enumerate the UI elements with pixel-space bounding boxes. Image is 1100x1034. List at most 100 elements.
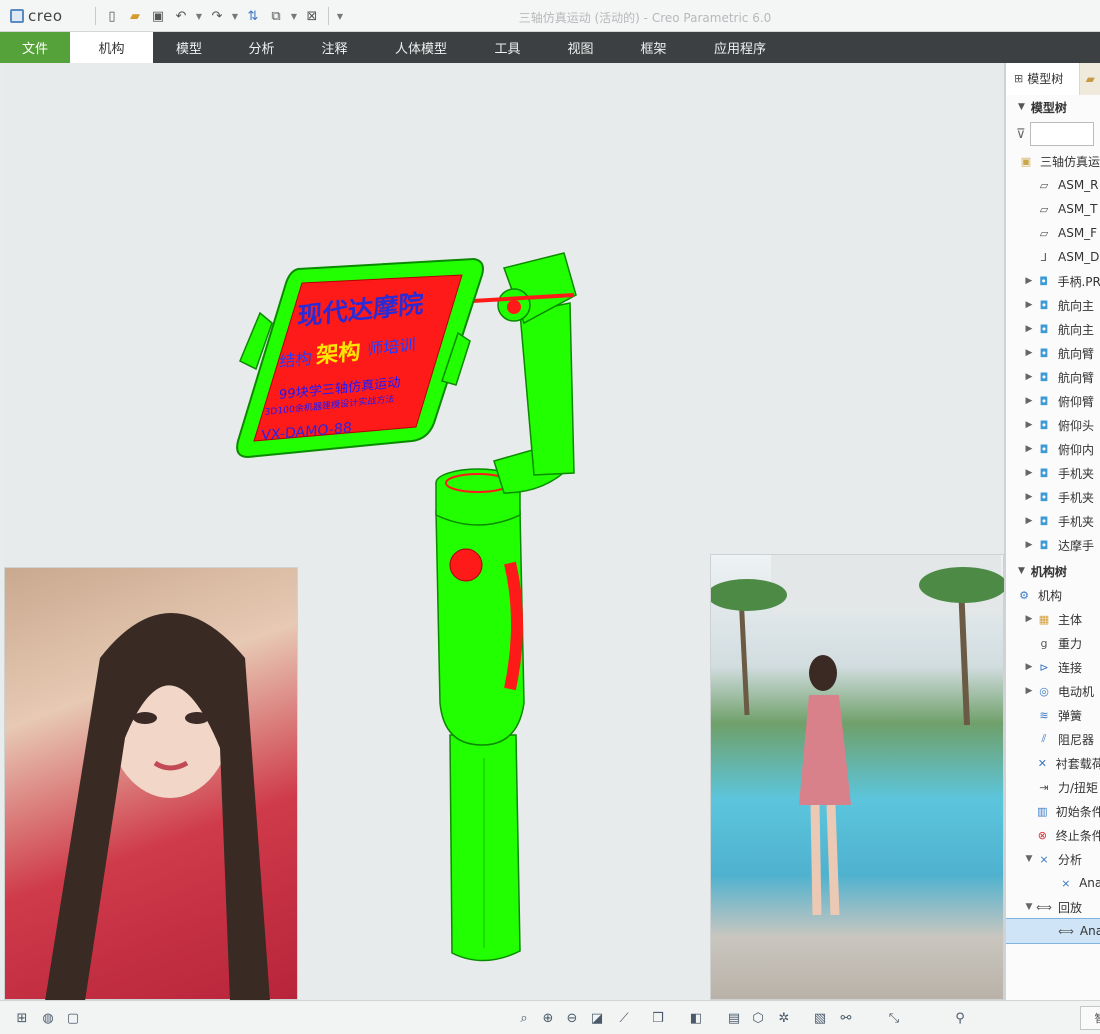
expand-caret-icon[interactable]: ▶ bbox=[1022, 420, 1036, 430]
saved-orientations-icon[interactable]: ❒ bbox=[648, 1008, 668, 1028]
reorient-icon[interactable]: ⤡ bbox=[884, 1008, 904, 1028]
roll-arm[interactable] bbox=[519, 302, 575, 476]
part-icon: ◘ bbox=[1039, 514, 1049, 528]
expand-caret-icon[interactable]: ▶ bbox=[1022, 468, 1036, 478]
mechanism-tree-node[interactable]: ⟺ Ana bbox=[1006, 918, 1100, 944]
model-tree-node[interactable]: ▱ ASM_R bbox=[1006, 173, 1100, 197]
zoom-out-icon[interactable]: ⊖ bbox=[562, 1008, 582, 1028]
folder-browser-tab-icon[interactable]: ▰ bbox=[1080, 63, 1100, 95]
collapse-caret-icon[interactable]: ▼ bbox=[1022, 854, 1036, 864]
mechanism-tree-node-label: 终止条件 bbox=[1055, 828, 1100, 843]
expand-caret-icon[interactable]: ▶ bbox=[1022, 540, 1036, 550]
expand-caret-icon[interactable]: ▶ bbox=[1022, 396, 1036, 406]
tab-mechanism[interactable]: 机构 bbox=[70, 32, 153, 63]
expand-caret-icon[interactable]: ▶ bbox=[1022, 516, 1036, 526]
view-manager-icon[interactable]: ▤ bbox=[724, 1008, 744, 1028]
handle-side-stripe bbox=[504, 561, 523, 691]
spring-icon: ≋ bbox=[1039, 708, 1049, 722]
model-tree-node[interactable]: ▶ ◘ 俯仰臂 bbox=[1006, 389, 1100, 413]
mechanism-tree-node[interactable]: ▶ ◎ 电动机 bbox=[1006, 679, 1100, 703]
mechanism-tree-header[interactable]: ▼ 机构树 bbox=[1006, 559, 1100, 583]
model-tree-header[interactable]: ▼ 模型树 bbox=[1006, 95, 1100, 119]
expand-caret-icon[interactable]: ▶ bbox=[1022, 324, 1036, 334]
model-tree-node[interactable]: ▶ ◘ 航向主 bbox=[1006, 293, 1100, 317]
display-style-icon[interactable]: ◧ bbox=[686, 1008, 706, 1028]
tab-analysis[interactable]: 分析 bbox=[225, 32, 298, 63]
mechanism-tree-node[interactable]: ▼ ⨯ 分析 bbox=[1006, 847, 1100, 871]
model-tree-node[interactable]: ▶ ◘ 航向主 bbox=[1006, 317, 1100, 341]
tab-framework[interactable]: 框架 bbox=[617, 32, 690, 63]
expand-caret-icon[interactable]: ▶ bbox=[1022, 276, 1036, 286]
model-tree-node[interactable]: ▱ ASM_T bbox=[1006, 197, 1100, 221]
model-tree-node[interactable]: ▶ ◘ 航向臂 bbox=[1006, 341, 1100, 365]
mechanism-tree-node[interactable]: ⇥ 力/扭矩 bbox=[1006, 775, 1100, 799]
power-button[interactable] bbox=[449, 548, 483, 582]
collapse-caret-icon[interactable]: ▼ bbox=[1022, 902, 1036, 912]
expand-caret-icon[interactable]: ▶ bbox=[1022, 686, 1036, 696]
model-tree-node[interactable]: ▶ ◘ 航向臂 bbox=[1006, 365, 1100, 389]
model-tree-node[interactable]: ▶ ◘ 手机夹 bbox=[1006, 509, 1100, 533]
model-tree-node[interactable]: ▶ ◘ 手机夹 bbox=[1006, 461, 1100, 485]
mechanism-tree-node-label: 回放 bbox=[1058, 900, 1083, 915]
zoom-in-icon[interactable]: ⊕ bbox=[538, 1008, 558, 1028]
expand-caret-icon[interactable]: ▶ bbox=[1022, 372, 1036, 382]
tab-manikin[interactable]: 人体模型 bbox=[371, 32, 471, 63]
mechanism-tree-node[interactable]: ⨯ Ana bbox=[1006, 871, 1100, 895]
tree-filter-row: ⊽ bbox=[1006, 119, 1100, 149]
ribbon-tabs: 文件 机构 模型 分析 注释 人体模型 工具 视图 框架 应用程序 bbox=[0, 32, 1100, 63]
expand-caret-icon[interactable]: ▶ bbox=[1022, 492, 1036, 502]
tab-tools[interactable]: 工具 bbox=[471, 32, 544, 63]
mechanism-tree-node[interactable]: ▥ 初始条件 bbox=[1006, 799, 1100, 823]
find-icon[interactable]: ⚲ bbox=[950, 1008, 970, 1028]
mechanism-tree-node[interactable]: ▶ ⊳ 连接 bbox=[1006, 655, 1100, 679]
expand-caret-icon[interactable]: ▶ bbox=[1022, 614, 1036, 624]
tab-applications[interactable]: 应用程序 bbox=[690, 32, 790, 63]
gimbal-model[interactable]: 现代达摩院 结构 架构 师培训 99块学三轴仿真运动 3D100余机器建模设计实… bbox=[4, 63, 1004, 1000]
repaint-icon[interactable]: ◪ bbox=[587, 1008, 607, 1028]
mechanism-tree-node[interactable]: g 重力 bbox=[1006, 631, 1100, 655]
expand-caret-icon[interactable]: ▶ bbox=[1022, 348, 1036, 358]
datum-display-icon[interactable]: ⬡ bbox=[748, 1008, 768, 1028]
model-tree-node[interactable]: ▶ ◘ 俯仰内 bbox=[1006, 437, 1100, 461]
tree-toggle-icon[interactable]: ⊞ bbox=[12, 1008, 32, 1028]
mechanism-tree-node[interactable]: ≋ 弹簧 bbox=[1006, 703, 1100, 727]
tab-model-tree[interactable]: ⊞ 模型树 bbox=[1006, 63, 1081, 95]
mechanism-tree-node[interactable]: ▼ ⟺ 回放 bbox=[1006, 895, 1100, 919]
mechanism-tree-node[interactable]: ✕ 衬套载荷 bbox=[1006, 751, 1100, 775]
model-tree-node[interactable]: ▱ ASM_F bbox=[1006, 221, 1100, 245]
handle-lower[interactable] bbox=[449, 734, 521, 962]
handle-body[interactable] bbox=[435, 510, 525, 746]
model-tree-node[interactable]: ▶ ◘ 达摩手 bbox=[1006, 533, 1100, 557]
mechanism-root[interactable]: ⚙ 机构 bbox=[1006, 583, 1100, 607]
selection-filter-dropdown[interactable]: 智 bbox=[1080, 1006, 1100, 1030]
tree-root[interactable]: ▣ 三轴仿真运 bbox=[1006, 149, 1100, 173]
tab-annotate[interactable]: 注释 bbox=[298, 32, 371, 63]
tree-search-input[interactable] bbox=[1029, 122, 1094, 146]
model-tree-node[interactable]: ▶ ◘ 俯仰头 bbox=[1006, 413, 1100, 437]
model-tree-node-label: ASM_D bbox=[1058, 250, 1100, 264]
mechanism-tree-node-label: 阻尼器 bbox=[1058, 732, 1095, 747]
mechanism-tree-node[interactable]: ⫽ 阻尼器 bbox=[1006, 727, 1100, 751]
expand-caret-icon[interactable]: ▶ bbox=[1022, 444, 1036, 454]
annotation-display-icon[interactable]: ▧ bbox=[810, 1008, 830, 1028]
model-tree-node-label: ASM_F bbox=[1058, 226, 1098, 240]
filter-icon[interactable]: ⊽ bbox=[1016, 127, 1026, 142]
model-tree-node[interactable]: ▶ ◘ 手柄.PR bbox=[1006, 269, 1100, 293]
model-tree-node[interactable]: ▶ ◘ 手机夹 bbox=[1006, 485, 1100, 509]
perspective-icon[interactable]: ⟋ bbox=[614, 1008, 634, 1028]
tab-file[interactable]: 文件 bbox=[0, 32, 70, 63]
model-tree-tab-label: 模型树 bbox=[1027, 72, 1064, 86]
tab-view[interactable]: 视图 bbox=[544, 32, 617, 63]
mechanism-display-icon[interactable]: ⚯ bbox=[836, 1008, 856, 1028]
graphics-area[interactable]: 现代达摩院 结构 架构 师培训 99块学三轴仿真运动 3D100余机器建模设计实… bbox=[4, 63, 1004, 1000]
tab-model[interactable]: 模型 bbox=[153, 32, 225, 63]
spin-center-icon[interactable]: ✲ bbox=[774, 1008, 794, 1028]
browser-icon[interactable]: ◍ bbox=[38, 1008, 58, 1028]
expand-caret-icon[interactable]: ▶ bbox=[1022, 300, 1036, 310]
mechanism-tree-node[interactable]: ⊗ 终止条件 bbox=[1006, 823, 1100, 847]
refit-icon[interactable]: ⌕ bbox=[514, 1008, 534, 1028]
mechanism-tree-node[interactable]: ▶ ▦ 主体 bbox=[1006, 607, 1100, 631]
model-tree-node[interactable]: ⅃ ASM_D bbox=[1006, 245, 1100, 269]
expand-caret-icon[interactable]: ▶ bbox=[1022, 662, 1036, 672]
fullscreen-icon[interactable]: ▢ bbox=[63, 1008, 83, 1028]
